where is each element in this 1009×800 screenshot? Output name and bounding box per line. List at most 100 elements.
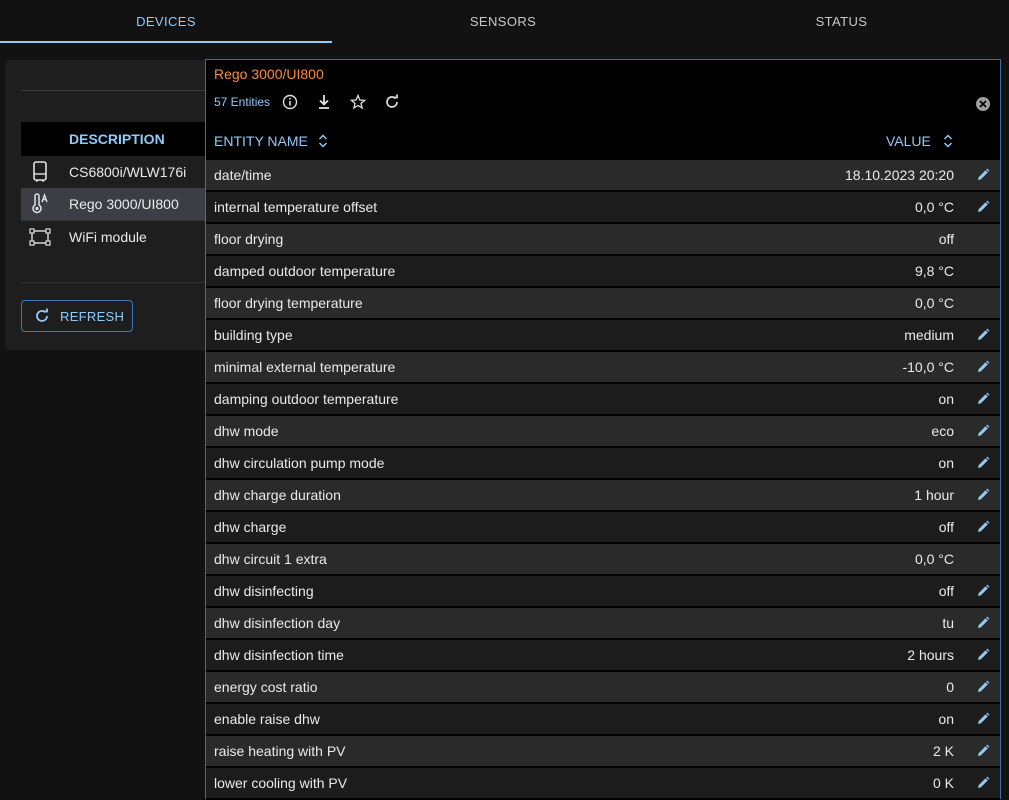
entity-name: dhw charge duration [214,487,341,503]
close-icon[interactable] [975,96,991,112]
entity-name: energy cost ratio [214,679,318,695]
tab-sensors-label: SENSORS [469,14,537,29]
device-row-wifi-module[interactable]: WiFi module [21,220,215,283]
entity-name: dhw disinfection time [214,647,344,663]
value-header-label: VALUE [886,133,931,149]
entity-name: dhw circulation pump mode [214,455,385,471]
entity-value: off [938,583,954,599]
download-icon[interactable] [316,94,332,110]
table-row[interactable]: dhw charge duration 1 hour [206,480,1000,512]
tab-status[interactable]: STATUS [674,0,1009,43]
table-row[interactable]: damping outdoor temperature on [206,384,1000,416]
edit-icon[interactable] [976,520,990,534]
edit-icon[interactable] [976,360,990,374]
entity-name: raise heating with PV [214,743,346,759]
entity-name: damping outdoor temperature [214,391,399,407]
entity-value: eco [931,423,954,439]
entity-value: -10,0 °C [902,359,954,375]
table-row[interactable]: dhw mode eco [206,416,1000,448]
device-row-rego3000[interactable]: Rego 3000/UI800 [21,188,215,221]
entity-name: dhw mode [214,423,279,439]
edit-icon[interactable] [976,744,990,758]
device-label: Rego 3000/UI800 [69,196,179,212]
entity-value: on [938,391,954,407]
edit-icon[interactable] [976,712,990,726]
table-row[interactable]: date/time 18.10.2023 20:20 [206,160,1000,192]
module-icon [29,226,51,248]
tab-devices-label: DEVICES [136,14,196,29]
device-row-cs6800i[interactable]: CS6800i/WLW176i [21,156,215,189]
entity-value: 1 hour [914,487,954,503]
entity-value: off [938,519,954,535]
dialog-title: Rego 3000/UI800 [214,66,324,82]
table-row[interactable]: minimal external temperature -10,0 °C [206,352,1000,384]
thermostat-icon [29,193,51,215]
edit-icon[interactable] [976,616,990,630]
table-row: damped outdoor temperature 9,8 °C [206,256,1000,288]
edit-icon[interactable] [976,584,990,598]
entity-value: 2 hours [907,647,954,663]
table-row[interactable]: building type medium [206,320,1000,352]
entity-dialog: Rego 3000/UI800 57 Entities ENTITY NAME … [205,59,1001,800]
table-row[interactable]: dhw disinfecting off [206,576,1000,608]
entity-value: 2 K [932,743,954,759]
device-label: CS6800i/WLW176i [69,164,187,180]
entity-rows: date/time 18.10.2023 20:20 internal temper… [206,160,1000,800]
entity-name-header-label: ENTITY NAME [214,133,308,149]
star-icon[interactable] [350,94,367,110]
entity-name: floor drying temperature [214,295,363,311]
refresh-label: REFRESH [60,308,125,324]
edit-icon[interactable] [976,200,990,214]
table-row[interactable]: dhw disinfection day tu [206,608,1000,640]
tab-devices[interactable]: DEVICES [0,0,332,43]
entity-name: internal temperature offset [214,199,378,215]
entity-name-header[interactable]: ENTITY NAME [214,133,328,149]
entity-table-header: ENTITY NAME VALUE [206,122,1000,161]
table-row: floor drying off [206,224,1000,256]
table-row: dhw circuit 1 extra 0,0 °C [206,544,1000,576]
table-row[interactable]: internal temperature offset 0,0 °C [206,192,1000,224]
sort-icon [943,133,953,149]
entity-value: 18.10.2023 20:20 [845,167,954,183]
table-row[interactable]: dhw circulation pump mode on [206,448,1000,480]
edit-icon[interactable] [976,680,990,694]
table-row[interactable]: dhw disinfection time 2 hours [206,640,1000,672]
table-row[interactable]: dhw charge off [206,512,1000,544]
entity-count: 57 Entities [214,95,271,109]
edit-icon[interactable] [976,648,990,662]
edit-icon[interactable] [976,328,990,342]
edit-icon[interactable] [976,392,990,406]
entity-value: on [938,455,954,471]
entity-value: 0,0 °C [914,551,954,567]
entity-value: 0,0 °C [914,295,954,311]
edit-icon[interactable] [976,488,990,502]
entity-value: on [938,711,954,727]
edit-icon[interactable] [976,168,990,182]
edit-icon[interactable] [976,424,990,438]
table-row: floor drying temperature 0,0 °C [206,288,1000,320]
reload-icon[interactable] [384,94,400,110]
entity-name: enable raise dhw [214,711,320,727]
device-label: WiFi module [69,229,147,245]
table-row[interactable]: raise heating with PV 2 K [206,736,1000,768]
refresh-icon [34,308,50,324]
value-header[interactable]: VALUE [886,133,953,149]
sort-icon [318,133,328,149]
tab-sensors[interactable]: SENSORS [332,0,674,43]
entity-value: tu [942,615,954,631]
edit-icon[interactable] [976,776,990,790]
refresh-button[interactable]: REFRESH [21,300,133,332]
device-table-header: DESCRIPTION [21,122,215,156]
tab-status-label: STATUS [815,14,868,29]
table-row[interactable]: energy cost ratio 0 [206,672,1000,704]
table-row[interactable]: lower cooling with PV 0 K [206,768,1000,800]
table-row[interactable]: enable raise dhw on [206,704,1000,736]
info-icon[interactable] [282,94,298,110]
entity-name: minimal external temperature [214,359,396,375]
entity-value: medium [904,327,954,343]
edit-icon[interactable] [976,456,990,470]
device-panel: DESCRIPTION CS6800i/WLW176i Rego 3000/UI… [5,60,215,350]
entity-value: 0 K [932,775,954,791]
entity-name: dhw charge [214,519,287,535]
entity-value: 0,0 °C [914,199,954,215]
